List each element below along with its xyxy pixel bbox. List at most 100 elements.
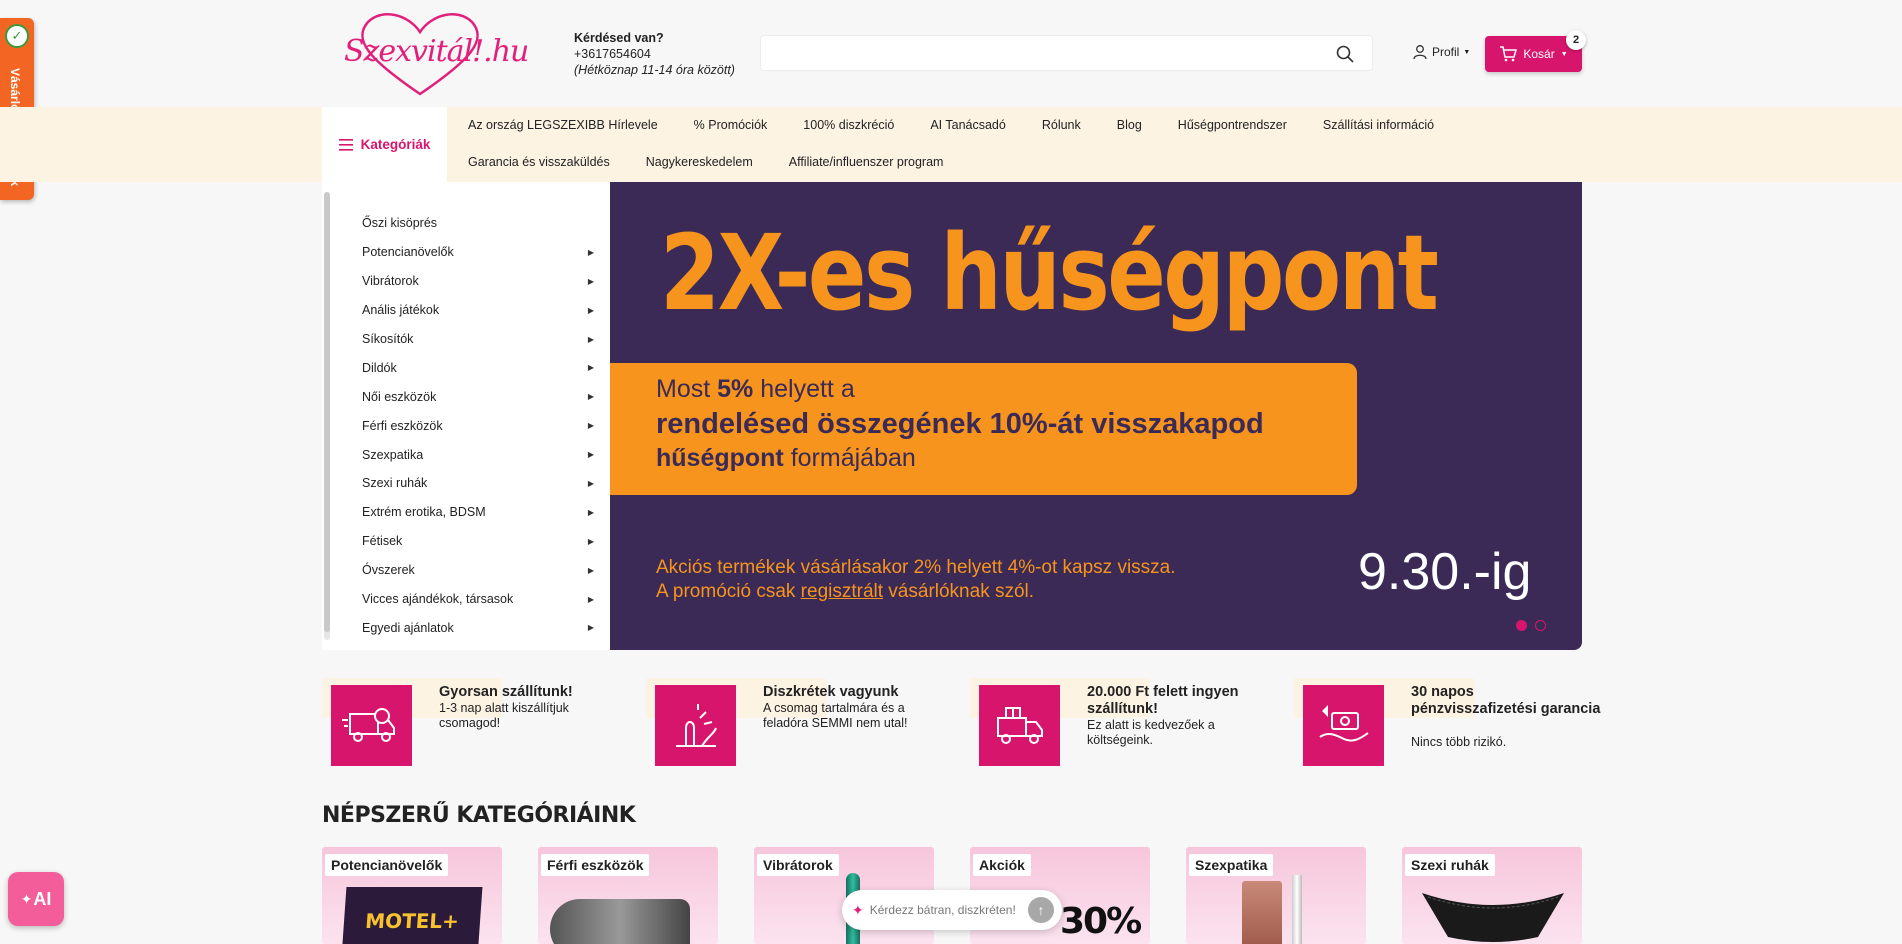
- feature-title: 20.000 Ft felett ingyen szállítunk!: [1087, 684, 1239, 717]
- caret-right-icon: ▶: [587, 623, 594, 633]
- caret-right-icon: ▶: [587, 565, 594, 575]
- caret-right-icon: ▶: [587, 536, 594, 546]
- ai-chat-input[interactable]: ✦ Kérdezz bátran, diszkréten! ↑: [842, 890, 1062, 930]
- lingerie-image: [1422, 893, 1564, 942]
- banner-date: 9.30.-ig: [1358, 543, 1532, 601]
- popular-categories-heading: NÉPSZERŰ KATEGÓRIÁINK: [322, 803, 636, 828]
- contact-phone[interactable]: +3617654604: [574, 46, 735, 62]
- category-label: Szexpatika: [362, 447, 424, 462]
- hero-banner[interactable]: 2X-es hűségpont Most 5% helyett a rendel…: [610, 182, 1582, 650]
- banner-promo-line2: rendelésed összegének 10%-át visszakapod: [656, 408, 1264, 440]
- category-label: Síkosítók: [362, 332, 414, 346]
- ai-assistant-button[interactable]: ✦ AI: [8, 872, 64, 926]
- category-item[interactable]: Szexpatika ▶: [362, 440, 594, 469]
- category-label: Szexi ruhák: [362, 476, 428, 491]
- category-item[interactable]: Vicces ajándékok, társasok ▶: [362, 585, 594, 614]
- money-back-icon: [1303, 685, 1384, 766]
- popular-tile[interactable]: Potencianövelők MOTEL+: [322, 847, 502, 944]
- sale-badge-image: 30%: [1060, 901, 1142, 942]
- category-item[interactable]: Dildók ▶: [362, 353, 594, 382]
- category-list: Őszi kisöprés Potencianövelők ▶ Vibrátorok ▶…: [362, 209, 594, 642]
- category-item[interactable]: Vibrátorok ▶: [362, 267, 594, 296]
- feature-desc: A csomag tartalmára és a feladóra SEMMI …: [763, 701, 908, 730]
- banner-promo-line1: Most 5% helyett a: [656, 375, 855, 403]
- hamburger-icon: [338, 138, 353, 151]
- category-item[interactable]: Fétisek ▶: [362, 527, 594, 556]
- nav-link-discretion[interactable]: 100% diszkréció: [803, 118, 894, 132]
- nav-link-blog[interactable]: Blog: [1117, 118, 1142, 132]
- popular-tile-label: Szexi ruhák: [1405, 854, 1495, 876]
- category-item[interactable]: Őszi kisöprés: [362, 209, 594, 238]
- category-label: Extrém erotika, BDSM: [362, 505, 486, 520]
- chat-placeholder: Kérdezz bátran, diszkréten!: [869, 903, 1016, 917]
- popular-tile[interactable]: Szexi ruhák: [1402, 847, 1582, 944]
- category-label: Fétisek: [362, 534, 403, 549]
- category-menu: Őszi kisöprés Potencianövelők ▶ Vibrátorok ▶…: [322, 182, 610, 650]
- nav-link-ai-advisor[interactable]: AI Tanácsadó: [930, 118, 1006, 132]
- cart-icon: [1500, 46, 1518, 62]
- category-item[interactable]: Óvszerek ▶: [362, 556, 594, 585]
- nav-link-newsletter[interactable]: Az ország LEGSZEXIBB Hírlevele: [468, 118, 658, 132]
- sparkle-icon: ✦: [20, 890, 33, 907]
- cart-button[interactable]: Kosár ▼ 2: [1485, 30, 1586, 72]
- category-item[interactable]: Egyedi ajánlatok ▶: [362, 613, 594, 642]
- category-item[interactable]: Anális játékok ▶: [362, 296, 594, 325]
- banner-promo-box: Most 5% helyett a rendelésed összegének …: [610, 363, 1357, 495]
- category-item[interactable]: Extrém erotika, BDSM ▶: [362, 498, 594, 527]
- caret-right-icon: ▶: [587, 478, 594, 488]
- feature-desc: 1-3 nap alatt kiszállítjuk csomagod!: [439, 701, 569, 730]
- contact-question: Kérdésed van?: [574, 31, 664, 45]
- popular-tile[interactable]: Férfi eszközök: [538, 847, 718, 944]
- caret-right-icon: ▶: [587, 334, 594, 344]
- caret-right-icon: ▶: [587, 507, 594, 517]
- carousel-dot-1[interactable]: [1516, 620, 1527, 631]
- register-link[interactable]: regisztrált: [801, 581, 883, 602]
- category-item[interactable]: Síkosítók ▶: [362, 325, 594, 354]
- nav-link-wholesale[interactable]: Nagykereskedelem: [646, 155, 753, 169]
- category-item[interactable]: Férfi eszközök ▶: [362, 411, 594, 440]
- feature-title: Gyorsan szállítunk!: [439, 684, 573, 700]
- popular-tile[interactable]: Szexpatika: [1186, 847, 1366, 944]
- nav-link-about[interactable]: Rólunk: [1042, 118, 1081, 132]
- cart-label: Kosár: [1523, 47, 1555, 61]
- feature-title: 30 napos pénzvisszafizetési garancia: [1411, 684, 1601, 717]
- discreet-icon: [655, 685, 736, 766]
- search-icon[interactable]: [1336, 45, 1354, 63]
- carousel-dots: [1516, 620, 1546, 631]
- categories-label: Kategóriák: [360, 137, 431, 152]
- nav-link-loyalty[interactable]: Hűségpontrendszer: [1178, 118, 1287, 132]
- chevron-down-icon: ▼: [1463, 48, 1471, 56]
- category-scrollbar[interactable]: [324, 192, 330, 640]
- user-icon: [1413, 45, 1427, 60]
- site-logo[interactable]: Szexvitál!.hu: [340, 10, 529, 98]
- truck-clock-icon: [331, 685, 412, 766]
- nav-link-shipping[interactable]: Szállítási információ: [1323, 118, 1434, 132]
- profile-menu[interactable]: Profil ▼: [1412, 44, 1470, 60]
- popular-tile-label: Akciók: [973, 854, 1031, 876]
- category-label: Óvszerek: [362, 563, 415, 578]
- feature-fast-shipping: Gyorsan szállítunk! 1-3 nap alatt kiszál…: [322, 678, 612, 768]
- nav-row-1: Az ország LEGSZEXIBB Hírlevele % Promóci…: [468, 118, 1470, 132]
- contact-hours: (Hétköznap 11-14 óra között): [574, 63, 735, 77]
- product-lipgloss-image: [1242, 881, 1282, 944]
- search-input[interactable]: [773, 36, 1313, 70]
- nav-link-affiliate[interactable]: Affiliate/influenszer program: [789, 155, 944, 169]
- product-tube-image: [1292, 875, 1302, 944]
- category-item[interactable]: Szexi ruhák ▶: [362, 469, 594, 498]
- category-label: Egyedi ajánlatok: [362, 620, 454, 635]
- caret-right-icon: ▶: [587, 392, 594, 402]
- send-arrow-icon[interactable]: ↑: [1028, 897, 1054, 923]
- category-label: Anális játékok: [362, 303, 440, 318]
- banner-promo-line3: hűségpont formájában: [656, 444, 916, 472]
- category-item[interactable]: Női eszközök ▶: [362, 382, 594, 411]
- banner-headline: 2X-es hűségpont: [660, 212, 1439, 334]
- category-label: Potencianövelők: [362, 245, 454, 260]
- nav-link-promotions[interactable]: % Promóciók: [694, 118, 768, 132]
- carousel-dot-2[interactable]: [1535, 620, 1546, 631]
- categories-toggle-button[interactable]: Kategóriák: [322, 107, 447, 182]
- search-bar: [760, 35, 1373, 71]
- category-item[interactable]: Potencianövelők ▶: [362, 238, 594, 267]
- verified-badge-icon: ✓: [5, 24, 29, 48]
- nav-row-2: Garancia és visszaküldés Nagykereskedele…: [468, 155, 979, 169]
- nav-link-warranty[interactable]: Garancia és visszaküldés: [468, 155, 610, 169]
